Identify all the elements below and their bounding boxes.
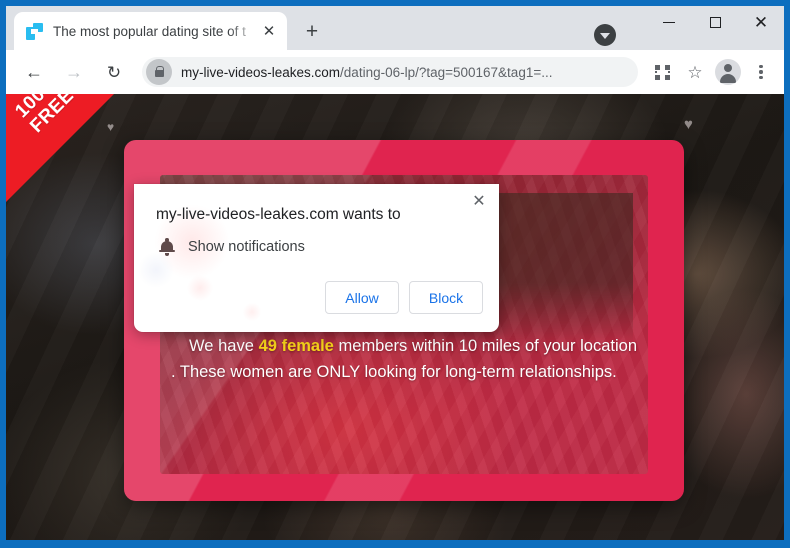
- tab-title: The most popular dating site of t: [53, 23, 246, 39]
- reload-button[interactable]: ↻: [99, 57, 129, 87]
- url-text: my-live-videos-leakes.com/dating-06-lp/?…: [181, 65, 552, 80]
- lock-icon[interactable]: [146, 59, 172, 85]
- chevron-glyph: [600, 32, 610, 39]
- url-host: my-live-videos-leakes.com: [181, 64, 341, 80]
- block-button[interactable]: Block: [409, 281, 483, 314]
- three-dot-menu-icon[interactable]: [746, 57, 776, 87]
- tab-strip: The most popular dating site of t ✕ + ✕: [6, 6, 784, 50]
- minimize-icon[interactable]: [646, 6, 692, 39]
- dialog-actions: Allow Block: [315, 281, 483, 314]
- promo-body-text: We have 49 female members within 10 mile…: [171, 334, 637, 385]
- promo-body-before: We have: [189, 337, 259, 355]
- notification-permission-dialog: ✕ my-live-videos-leakes.com wants to Sho…: [134, 184, 499, 332]
- minimize-glyph: [663, 21, 675, 24]
- new-tab-button[interactable]: +: [298, 17, 326, 45]
- maximize-icon[interactable]: [692, 6, 738, 39]
- close-icon[interactable]: ✕: [467, 190, 491, 214]
- profile-avatar-icon: [715, 59, 741, 85]
- qr-shape: [654, 64, 670, 80]
- maximize-glyph: [709, 17, 721, 28]
- permission-row: Show notifications: [158, 238, 305, 256]
- url-path: /dating-06-lp/?tag=500167&tag1=...: [340, 64, 553, 80]
- promo-body-highlight: 49 female: [258, 337, 334, 355]
- back-button[interactable]: ←: [19, 57, 49, 87]
- window-close-glyph: ✕: [753, 13, 769, 32]
- forward-button[interactable]: →: [59, 57, 89, 87]
- dialog-title: my-live-videos-leakes.com wants to: [156, 206, 401, 223]
- browser-window: The most popular dating site of t ✕ + ✕ …: [6, 6, 784, 540]
- browser-window-frame: The most popular dating site of t ✕ + ✕ …: [0, 0, 790, 548]
- lock-shape: [154, 66, 164, 77]
- qr-code-icon[interactable]: [647, 57, 677, 87]
- bell-icon: [158, 238, 176, 256]
- chevron-down-icon[interactable]: [594, 24, 616, 46]
- window-close-icon[interactable]: ✕: [738, 6, 784, 39]
- profile-avatar[interactable]: [713, 57, 743, 87]
- permission-label: Show notifications: [188, 239, 305, 255]
- close-icon[interactable]: ✕: [259, 21, 279, 41]
- bookmark-star-icon[interactable]: ☆: [680, 57, 710, 87]
- browser-toolbar: ← → ↻ my-live-videos-leakes.com/dating-0…: [6, 50, 784, 94]
- address-bar[interactable]: my-live-videos-leakes.com/dating-06-lp/?…: [142, 57, 638, 87]
- app-logo-icon: [26, 22, 43, 40]
- allow-button[interactable]: Allow: [325, 281, 399, 314]
- page-viewport: ♥ ♥ 100% FREE ATTENTION! We have 49 fema…: [6, 94, 784, 540]
- browser-tab[interactable]: The most popular dating site of t ✕: [14, 12, 287, 50]
- heart-icon: ♥: [684, 116, 693, 133]
